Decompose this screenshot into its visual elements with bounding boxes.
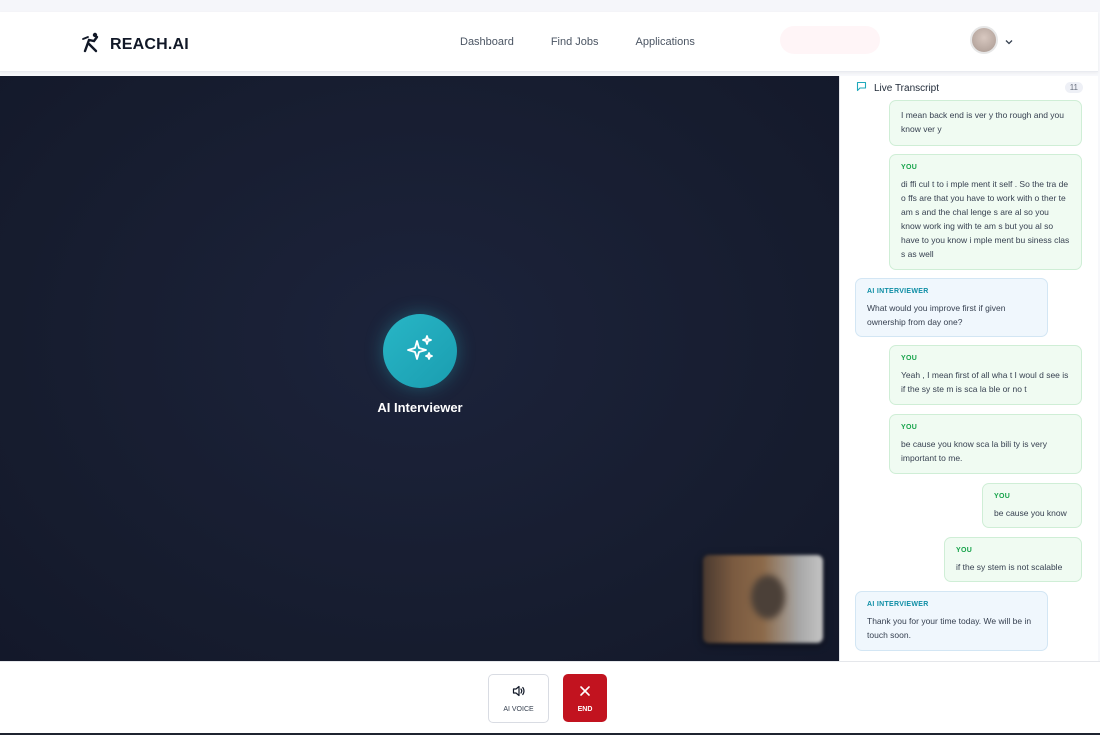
close-icon (579, 684, 591, 702)
avatar[interactable] (970, 26, 998, 54)
nav-find-jobs[interactable]: Find Jobs (551, 36, 599, 48)
top-header: REACH.AI Dashboard Find Jobs Application… (0, 12, 1098, 72)
call-controls: AI VOICE END (0, 661, 1100, 733)
message-text: Thank you for your time today. We will b… (867, 616, 1032, 640)
message-role: AI INTERVIEWER (867, 601, 929, 608)
self-view-video[interactable] (703, 555, 823, 643)
transcript-message: YOU be cause you know sca la bili ty is … (889, 414, 1082, 474)
transcript-header: Live Transcript 11 (840, 76, 1098, 100)
transcript-message: YOU Yeah , I mean first of all wha t I w… (889, 345, 1082, 405)
transcript-message: YOU if the sy stem is not scalable (944, 537, 1082, 582)
message-role: YOU (901, 355, 918, 362)
ai-voice-label: AI VOICE (503, 706, 534, 713)
transcript-message: YOU di ffi cul t to i mple ment it self … (889, 154, 1082, 270)
message-text: if the sy stem is not scalable (956, 562, 1063, 572)
message-text: be cause you know sca la bili ty is very… (901, 439, 1047, 463)
end-label: END (577, 705, 593, 713)
sparkles-icon (404, 333, 436, 370)
runner-icon (80, 31, 102, 58)
message-role: YOU (956, 547, 973, 554)
message-text: di ffi cul t to i mple ment it self . So… (901, 179, 1070, 259)
transcript-message: YOU be cause you know (982, 483, 1082, 528)
message-role: YOU (901, 164, 918, 171)
transcript-message: AI INTERVIEWER What would you improve fi… (855, 278, 1048, 337)
nav-dashboard[interactable]: Dashboard (460, 36, 514, 48)
message-text: What would you improve first if given ow… (867, 303, 1006, 327)
transcript-panel: Live Transcript 11 I mean back end is ve… (839, 76, 1098, 661)
message-count-badge: 11 (1064, 82, 1083, 93)
top-strip (0, 0, 1100, 12)
transcript-message: I mean back end is ver y tho rough and y… (889, 100, 1082, 146)
message-role: AI INTERVIEWER (867, 288, 929, 295)
main-nav: Dashboard Find Jobs Applications (460, 36, 695, 48)
message-role: YOU (994, 493, 1011, 500)
nav-applications[interactable]: Applications (636, 36, 695, 48)
transcript-message: AI INTERVIEWER Thank you for your time t… (855, 591, 1048, 651)
message-text: be cause you know (994, 508, 1067, 518)
video-stage: AI Interviewer (0, 76, 839, 661)
speaker-icon (512, 684, 526, 702)
message-role: YOU (901, 424, 918, 431)
message-text: I mean back end is ver y tho rough and y… (901, 110, 1065, 134)
ai-avatar (383, 314, 457, 388)
brand-name: REACH.AI (110, 35, 189, 53)
chat-bubble-icon (856, 79, 867, 97)
end-call-button[interactable]: END (563, 674, 607, 722)
ai-interviewer-label: AI Interviewer (377, 400, 463, 415)
message-text: Yeah , I mean first of all wha t I woul … (901, 370, 1069, 394)
brand-logo[interactable]: REACH.AI (80, 31, 189, 58)
header-glow (780, 26, 880, 54)
chevron-down-icon[interactable] (1004, 34, 1014, 45)
ai-voice-button[interactable]: AI VOICE (488, 674, 549, 723)
transcript-title: Live Transcript (874, 82, 940, 94)
